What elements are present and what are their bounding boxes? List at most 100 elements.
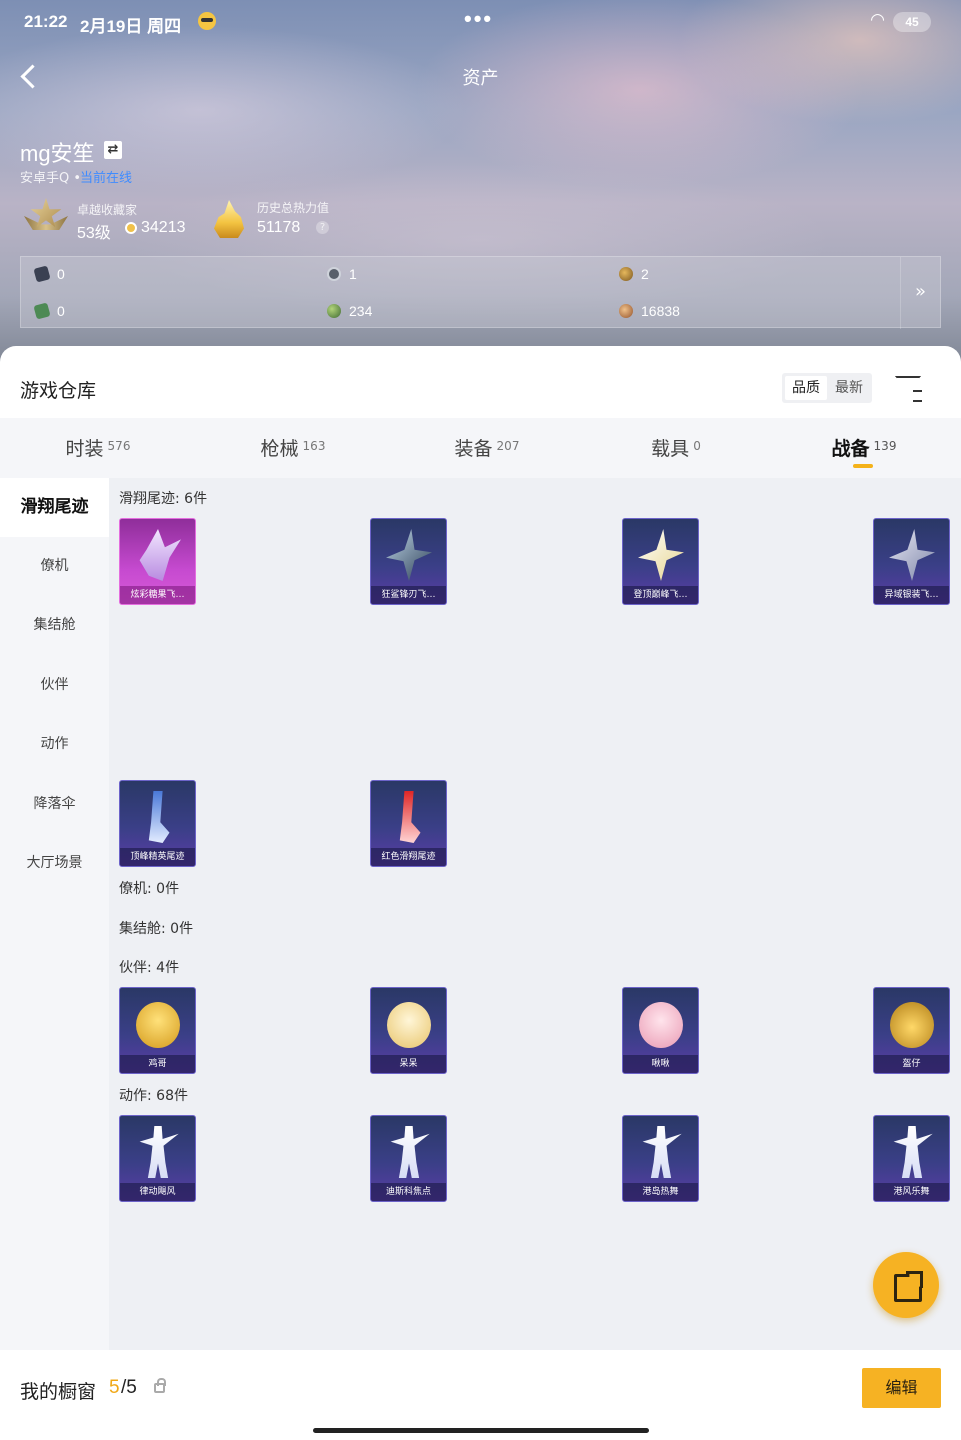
item-card[interactable]: 登顶巅峰飞… — [622, 518, 699, 605]
item-card[interactable]: 红色滑翔尾迹 — [370, 780, 447, 867]
gold-coin-icon — [619, 267, 633, 281]
item-card[interactable]: 顶峰精英尾迹 — [119, 780, 196, 867]
multitask-dots[interactable]: ••• — [464, 6, 493, 32]
pink-partner-icon — [639, 1002, 683, 1048]
home-indicator[interactable] — [313, 1428, 649, 1433]
copper-coin-icon — [619, 304, 633, 318]
chicken-partner-icon — [136, 1002, 180, 1048]
showcase-label: 我的橱窗 — [20, 1381, 97, 1403]
item-card[interactable]: 啾啾 — [622, 987, 699, 1074]
currency-value: 0 — [57, 266, 65, 282]
power-value: 51178 — [257, 219, 301, 236]
lock-icon — [154, 1378, 166, 1393]
item-name: 狂鲨锋刃飞… — [371, 586, 446, 604]
item-card[interactable]: 港风乐舞 — [873, 1115, 950, 1202]
item-card[interactable]: 盔仔 — [873, 987, 950, 1074]
nav-parachute[interactable]: 降落伞 — [0, 775, 109, 834]
nav-emote[interactable]: 动作 — [0, 715, 109, 774]
item-card[interactable]: 呆呆 — [370, 987, 447, 1074]
category-tabs: 时装 576 枪械 163 装备 207 载具 0 战备 139 — [0, 418, 961, 478]
share-external-icon[interactable] — [873, 1252, 939, 1318]
item-name: 港岛热舞 — [623, 1183, 698, 1201]
card-dark-icon — [33, 265, 51, 283]
tab-vehicles[interactable]: 载具 0 — [614, 418, 738, 478]
nav-lobby-scene[interactable]: 大厅场景 — [0, 834, 109, 893]
item-name: 登顶巅峰飞… — [623, 586, 698, 604]
item-card[interactable]: 迪斯科焦点 — [370, 1115, 447, 1202]
sort-quality-button[interactable]: 品质 — [785, 376, 827, 400]
collector-title: 卓越收藏家 — [77, 203, 138, 217]
showcase-bar: 我的橱窗 5 /5 编辑 — [0, 1350, 961, 1440]
tab-weapons[interactable]: 枪械 163 — [231, 418, 355, 478]
filter-icon[interactable] — [895, 376, 923, 402]
blue-trail-icon — [148, 791, 170, 843]
edit-button[interactable]: 编辑 — [862, 1368, 941, 1408]
tab-equipment[interactable]: 装备 207 — [425, 418, 549, 478]
tab-count: 207 — [496, 439, 520, 453]
player-name: mg安笙 — [20, 141, 95, 166]
dancer-icon — [642, 1126, 682, 1178]
section-glide-label: 滑翔尾迹: 6件 — [119, 491, 208, 507]
item-name: 呆呆 — [371, 1055, 446, 1073]
item-name: 鸡哥 — [120, 1055, 195, 1073]
dancer-icon — [390, 1126, 430, 1178]
warehouse-title: 游戏仓库 — [20, 380, 97, 402]
tab-label: 时装 — [65, 438, 104, 460]
nav-wingman[interactable]: 僚机 — [0, 537, 109, 596]
sunglasses-emoji-icon — [198, 12, 216, 30]
nav-glide-trail[interactable]: 滑翔尾迹 — [0, 478, 109, 537]
exotic-glider-icon — [889, 529, 935, 581]
item-card[interactable]: 港岛热舞 — [622, 1115, 699, 1202]
power-label: 历史总热力值 — [257, 201, 330, 215]
currency-panel[interactable]: 0 1 2 0 234 16838 » — [20, 256, 941, 329]
item-card[interactable]: 异域银装飞… — [873, 518, 950, 605]
item-name: 盔仔 — [874, 1055, 949, 1073]
section-emote-label: 动作: 68件 — [119, 1088, 188, 1104]
item-name: 律动飓风 — [120, 1183, 195, 1201]
showcase-current: 5 — [109, 1377, 120, 1398]
flame-icon — [214, 200, 244, 238]
status-time: 21:22 — [24, 12, 68, 31]
profile-header: 21:22 2月19日 周四 ••• ◠ 45 资产 mg安笙 ⇄ 安卓手Q •… — [0, 0, 961, 370]
collection-point-icon — [125, 222, 137, 234]
currency-value: 0 — [57, 303, 65, 319]
item-card[interactable]: 炫彩糖果飞… — [119, 518, 196, 605]
collector-level: 53级 — [77, 225, 111, 242]
item-name: 顶峰精英尾迹 — [120, 848, 195, 866]
item-name: 啾啾 — [623, 1055, 698, 1073]
battery-indicator: 45 — [893, 12, 931, 32]
item-name: 炫彩糖果飞… — [120, 586, 195, 604]
tab-count: 576 — [107, 439, 131, 453]
section-pod-label: 集结舱: 0件 — [119, 921, 194, 937]
currency-value: 234 — [349, 303, 373, 319]
item-card[interactable]: 狂鲨锋刃飞… — [370, 518, 447, 605]
tab-combat-gear[interactable]: 战备 139 — [802, 418, 926, 478]
section-partner-label: 伙伴: 4件 — [119, 960, 180, 976]
sort-toggle: 品质 最新 — [782, 373, 872, 403]
expand-currency-icon[interactable]: » — [900, 257, 940, 329]
nav-rally-pod[interactable]: 集结舱 — [0, 596, 109, 655]
status-bar: 21:22 2月19日 周四 ••• ◠ 45 — [24, 6, 931, 36]
switch-account-icon[interactable]: ⇄ — [104, 141, 122, 159]
item-card[interactable]: 律动飓风 — [119, 1115, 196, 1202]
tab-label: 枪械 — [260, 438, 299, 460]
red-trail-icon — [399, 791, 421, 843]
collector-points: 34213 — [141, 219, 186, 236]
nav-partner[interactable]: 伙伴 — [0, 656, 109, 715]
helmet-partner-icon — [890, 1002, 934, 1048]
tab-label: 装备 — [454, 438, 493, 460]
peak-glider-icon — [638, 529, 684, 581]
card-green-icon — [33, 302, 51, 320]
item-card[interactable]: 鸡哥 — [119, 987, 196, 1074]
tab-count: 139 — [873, 439, 897, 453]
glider-icon — [139, 529, 181, 581]
online-status: 当前在线 — [80, 171, 133, 186]
showcase-total: /5 — [121, 1377, 137, 1398]
gear-coin-icon — [327, 267, 341, 281]
collector-medal-icon — [24, 198, 68, 238]
wifi-icon: ◠ — [870, 10, 885, 29]
tab-fashion[interactable]: 时装 576 — [36, 418, 160, 478]
sort-newest-button[interactable]: 最新 — [828, 376, 870, 400]
item-name: 港风乐舞 — [874, 1183, 949, 1201]
help-icon[interactable]: ? — [316, 221, 329, 234]
